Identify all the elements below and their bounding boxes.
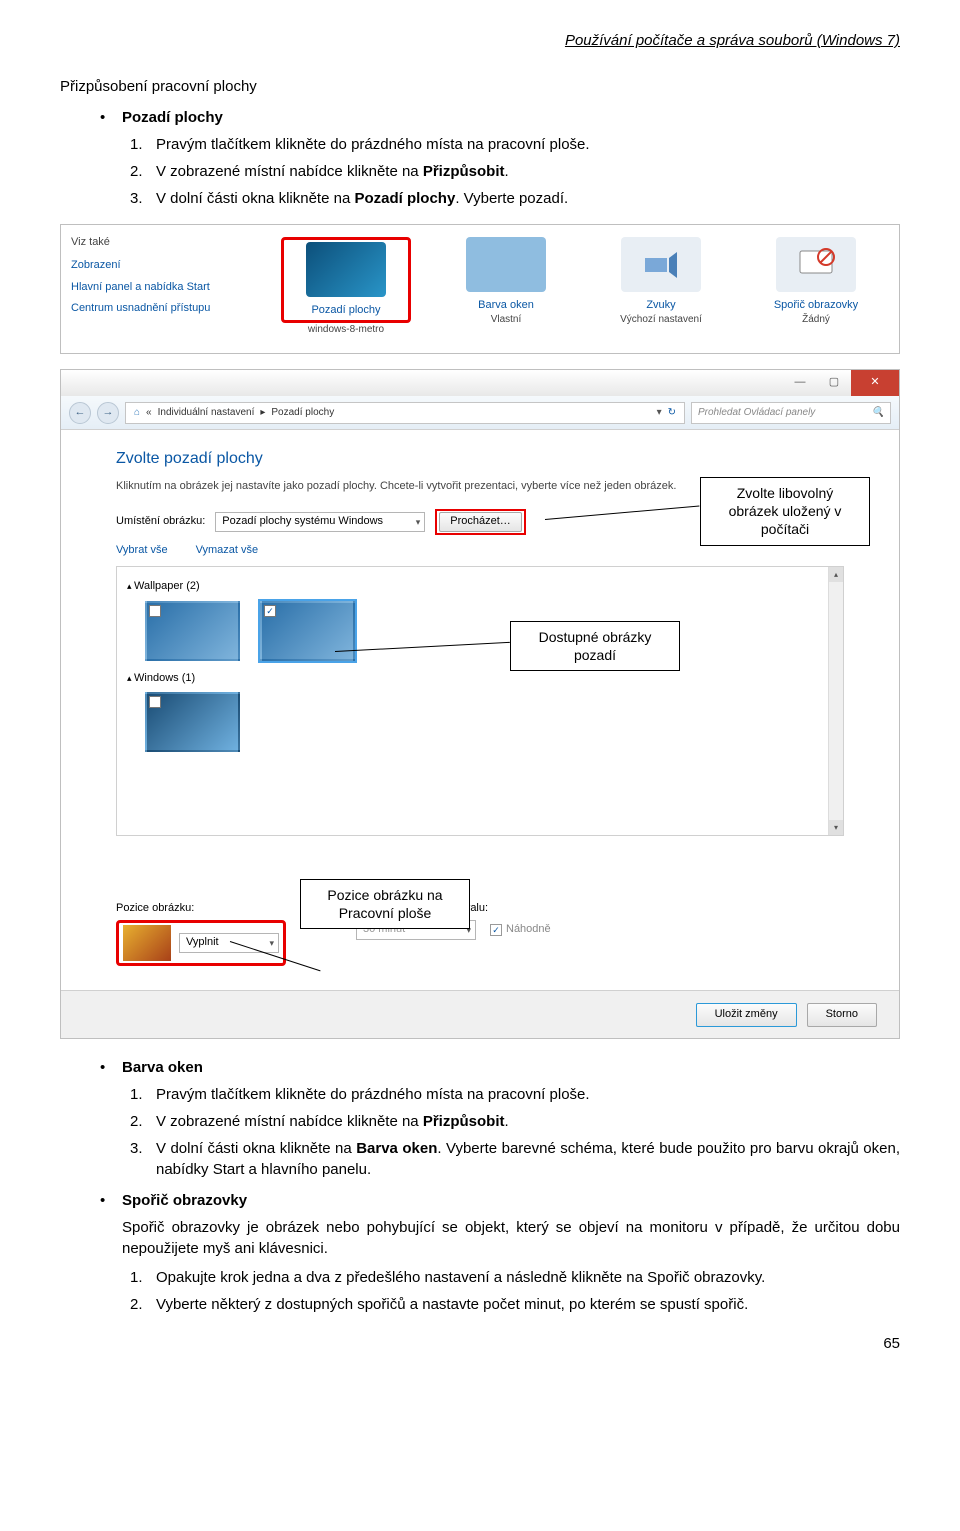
- step-text: Vyberte některý z dostupných spořičů a n…: [156, 1294, 748, 1315]
- tile-sub: Vlastní: [441, 313, 571, 327]
- checkbox-icon[interactable]: [149, 605, 161, 617]
- step-number: 2.: [130, 1111, 156, 1132]
- step-number: 3.: [130, 1138, 156, 1180]
- step-text: Pravým tlačítkem klikněte do prázdného m…: [156, 1084, 590, 1105]
- search-input[interactable]: Prohledat Ovládací panely 🔍: [691, 402, 891, 424]
- page-number: 65: [60, 1333, 900, 1354]
- sidebar-link[interactable]: Centrum usnadnění přístupu: [71, 301, 246, 316]
- browse-button[interactable]: Procházet…: [439, 512, 522, 532]
- personalization-strip: Viz také Zobrazení Hlavní panel a nabídk…: [60, 224, 900, 354]
- step-number: 1.: [130, 134, 156, 155]
- crumb-part: «: [146, 406, 152, 420]
- random-checkbox[interactable]: ✓Náhodně: [490, 922, 551, 937]
- home-icon: ⌂: [134, 406, 140, 420]
- search-icon: 🔍: [872, 406, 884, 420]
- position-highlight: Vyplnit: [116, 920, 286, 966]
- tile-background[interactable]: Pozadí plochy windows-8-metro: [281, 237, 411, 337]
- bullet-label: Pozadí plochy: [122, 107, 223, 128]
- bullet-label: Barva oken: [122, 1057, 203, 1078]
- scroll-down-icon[interactable]: ▾: [829, 820, 843, 835]
- breadcrumb[interactable]: ⌂ « Individuální nastavení ▸ Pozadí ploc…: [125, 402, 685, 424]
- no-screensaver-icon: [794, 247, 838, 283]
- sound-icon: [641, 250, 681, 280]
- background-window: — ▢ ✕ ← → ⌂ « Individuální nastavení ▸ P…: [60, 369, 900, 1039]
- save-button[interactable]: Uložit změny: [696, 1003, 797, 1027]
- select-all-link[interactable]: Vybrat vše: [116, 543, 168, 558]
- crumb-part[interactable]: Individuální nastavení: [158, 406, 255, 420]
- tile-title: Barva oken: [441, 298, 571, 313]
- checkbox-icon[interactable]: [149, 696, 161, 708]
- position-label: Pozice obrázku:: [116, 901, 286, 916]
- location-label: Umístění obrázku:: [116, 514, 205, 529]
- sidebar-heading: Viz také: [71, 235, 246, 250]
- running-header: Používání počítače a správa souborů (Win…: [60, 30, 900, 51]
- step-text: V zobrazené místní nabídce klikněte na P…: [156, 161, 509, 182]
- step-number: 2.: [130, 1294, 156, 1315]
- tile-title: Pozadí plochy: [286, 303, 406, 318]
- tile-sub: Výchozí nastavení: [596, 313, 726, 327]
- step-text: Opakujte krok jedna a dva z předešlého n…: [156, 1267, 765, 1288]
- bullet-icon: •: [100, 107, 122, 128]
- wallpaper-thumb[interactable]: [145, 601, 240, 661]
- tile-sounds[interactable]: Zvuky Výchozí nastavení: [596, 237, 726, 327]
- minimize-button[interactable]: —: [783, 370, 817, 396]
- step-number: 1.: [130, 1267, 156, 1288]
- titlebar: — ▢ ✕: [61, 370, 899, 396]
- callout-position: Pozice obrázku na Pracovní ploše: [300, 879, 470, 929]
- bullet-icon: •: [100, 1057, 122, 1078]
- step-text: V dolní části okna klikněte na Barva oke…: [156, 1138, 900, 1180]
- sidebar-link[interactable]: Hlavní panel a nabídka Start: [71, 280, 246, 295]
- chevron-down-icon[interactable]: ▾: [657, 406, 662, 420]
- chevron-right-icon: ▸: [260, 406, 265, 420]
- tile-sub: Žádný: [751, 313, 881, 327]
- scroll-up-icon[interactable]: ▴: [829, 567, 843, 582]
- refresh-icon[interactable]: ↻: [668, 406, 676, 420]
- group-label[interactable]: Windows (1): [127, 671, 833, 686]
- crumb-part[interactable]: Pozadí plochy: [271, 406, 334, 420]
- bullet-icon: •: [100, 1190, 122, 1211]
- wallpaper-gallery: ▴▾ Wallpaper (2) ✓ Windows (1): [116, 566, 844, 836]
- position-preview: [123, 925, 171, 961]
- address-bar: ← → ⌂ « Individuální nastavení ▸ Pozadí …: [61, 396, 899, 430]
- browse-highlight: Procházet…: [435, 509, 526, 535]
- tile-sub: windows-8-metro: [281, 323, 411, 337]
- sidebar-link[interactable]: Zobrazení: [71, 258, 246, 273]
- bullet-label: Spořič obrazovky: [122, 1190, 247, 1211]
- tile-title: Zvuky: [596, 298, 726, 313]
- step-text: V dolní části okna klikněte na Pozadí pl…: [156, 188, 568, 209]
- scrollbar[interactable]: ▴▾: [828, 567, 843, 835]
- location-dropdown[interactable]: Pozadí plochy systému Windows: [215, 512, 425, 532]
- checkbox-icon[interactable]: ✓: [264, 605, 276, 617]
- wallpaper-thumb[interactable]: [145, 692, 240, 752]
- tile-window-color[interactable]: Barva oken Vlastní: [441, 237, 571, 327]
- deselect-all-link[interactable]: Vymazat vše: [196, 543, 259, 558]
- page-title: Zvolte pozadí plochy: [116, 448, 844, 470]
- position-dropdown[interactable]: Vyplnit: [179, 933, 279, 953]
- section-title: Přizpůsobení pracovní plochy: [60, 76, 900, 97]
- back-button[interactable]: ←: [69, 402, 91, 424]
- paragraph: Spořič obrazovky je obrázek nebo pohybuj…: [122, 1217, 900, 1259]
- close-button[interactable]: ✕: [851, 370, 899, 396]
- cancel-button[interactable]: Storno: [807, 1003, 877, 1027]
- step-text: Pravým tlačítkem klikněte do prázdného m…: [156, 134, 590, 155]
- step-number: 2.: [130, 161, 156, 182]
- maximize-button[interactable]: ▢: [817, 370, 851, 396]
- step-text: V zobrazené místní nabídce klikněte na P…: [156, 1111, 509, 1132]
- callout-browse: Zvolte libovolný obrázek uložený v počít…: [700, 477, 870, 546]
- step-number: 1.: [130, 1084, 156, 1105]
- callout-gallery: Dostupné obrázky pozadí: [510, 621, 680, 671]
- search-placeholder: Prohledat Ovládací panely: [698, 406, 815, 420]
- group-label[interactable]: Wallpaper (2): [127, 579, 833, 594]
- tile-title: Spořič obrazovky: [751, 298, 881, 313]
- window-footer: Uložit změny Storno: [61, 990, 899, 1038]
- forward-button[interactable]: →: [97, 402, 119, 424]
- tile-screensaver[interactable]: Spořič obrazovky Žádný: [751, 237, 881, 327]
- step-number: 3.: [130, 188, 156, 209]
